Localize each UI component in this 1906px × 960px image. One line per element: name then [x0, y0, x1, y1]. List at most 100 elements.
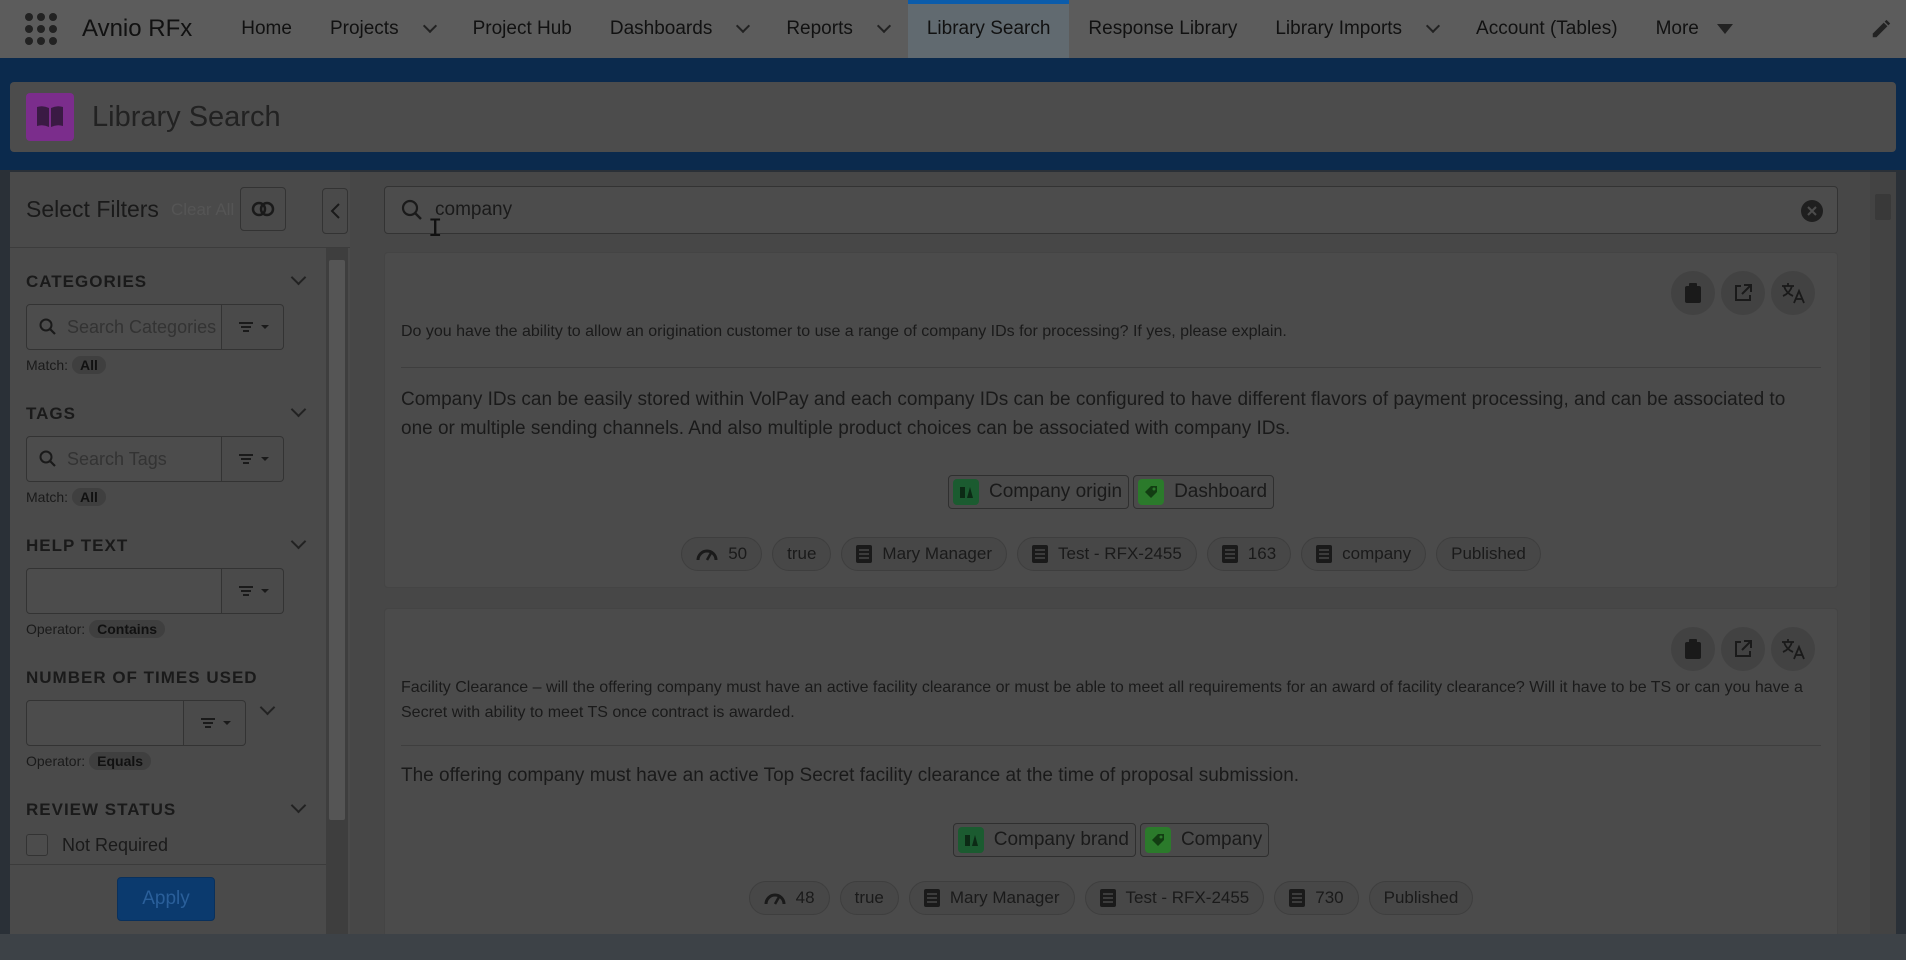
filter-lines-icon: [238, 586, 269, 596]
checkbox[interactable]: [26, 834, 48, 856]
external-link-icon: [1735, 284, 1752, 301]
nav-item-label: Project Hub: [472, 18, 572, 39]
filter-title: Select Filters: [26, 196, 159, 222]
answer-text: Company IDs can be easily stored within …: [401, 389, 1786, 439]
nav-item-project-hub[interactable]: Project Hub: [454, 0, 591, 58]
link-rings-icon: [251, 201, 275, 217]
filter-label: NUMBER OF TIMES USED: [26, 668, 258, 687]
categories-search-input[interactable]: Search Categories: [26, 304, 222, 350]
copy-clipboard-button[interactable]: [1671, 271, 1715, 315]
chevron-down-icon[interactable]: [736, 18, 751, 34]
clear-all-link[interactable]: Clear All: [171, 200, 234, 220]
tag-icon: [1144, 827, 1171, 853]
times-used-input[interactable]: [26, 700, 184, 746]
nav-item-label: More: [1655, 18, 1699, 39]
nav-item-reports[interactable]: Reports: [767, 0, 908, 58]
apply-bar: Apply: [10, 864, 326, 934]
record-icon: [1099, 889, 1116, 907]
translate-button[interactable]: [1771, 271, 1815, 315]
chevron-left-icon: [330, 203, 340, 219]
chevron-down-icon[interactable]: [422, 18, 437, 34]
filter-scrollbar[interactable]: [326, 248, 348, 934]
help-text-input[interactable]: [26, 568, 222, 614]
answer-text: The offering company must have an active…: [401, 765, 1300, 786]
card-actions: [1671, 271, 1815, 315]
input-placeholder: Search Tags: [67, 448, 167, 469]
chip-label: Company origin: [988, 481, 1123, 502]
category-chip[interactable]: Company brand: [952, 823, 1136, 857]
caret-down-icon: [1716, 24, 1733, 34]
nav-item-label: Projects: [329, 18, 399, 39]
chip-label: Dashboard: [1174, 481, 1268, 502]
results-area: company I Do you have the ability to all…: [350, 172, 1896, 934]
record-icon: [1032, 545, 1049, 563]
tag-chip[interactable]: Company: [1139, 823, 1270, 857]
project-badge: Test - RFX-2455: [1084, 881, 1265, 915]
library-search-input[interactable]: company: [384, 186, 1838, 234]
clear-search-icon[interactable]: [1801, 200, 1823, 222]
copy-clipboard-button[interactable]: [1671, 627, 1715, 671]
chip-label: Company: [1180, 829, 1263, 850]
operator-label: Operator:: [26, 753, 86, 769]
app-launcher-icon[interactable]: [24, 12, 58, 46]
collapse-panel-button[interactable]: [322, 188, 348, 234]
operator-label: Operator:: [26, 621, 86, 637]
owner-badge: Mary Manager: [841, 537, 1008, 571]
record-icon: [1316, 545, 1333, 563]
review-status-option[interactable]: Not Required: [26, 834, 316, 856]
pencil-icon[interactable]: [1870, 18, 1892, 40]
nav-item-home[interactable]: Home: [222, 0, 311, 58]
chevron-down-icon[interactable]: [876, 18, 891, 34]
apply-button[interactable]: Apply: [117, 877, 215, 921]
question-text: Facility Clearance – will the offering c…: [401, 679, 1803, 721]
categories-operator-dropdown[interactable]: [222, 304, 284, 350]
nav-item-library-imports[interactable]: Library Imports: [1256, 0, 1457, 58]
chevron-down-icon[interactable]: [1425, 18, 1441, 34]
owner-badge: Mary Manager: [908, 881, 1075, 915]
operator-value-pill: Contains: [89, 620, 166, 638]
filter-logic-toggle-button[interactable]: [240, 187, 286, 231]
nav-item-label: Library Search: [926, 18, 1051, 39]
nav-item-library-search[interactable]: Library Search: [907, 0, 1070, 58]
nav-items: Home Projects Project Hub Dashboards Rep…: [222, 0, 1752, 58]
times-used-operator-dropdown[interactable]: [184, 700, 246, 746]
nav-item-account-tables[interactable]: Account (Tables): [1457, 0, 1637, 58]
divider: [401, 745, 1821, 746]
status-badge: Published: [1436, 537, 1541, 571]
results-scrollbar[interactable]: [1870, 172, 1896, 934]
number-badge: 730: [1274, 881, 1359, 915]
bottom-strip: [0, 934, 1906, 960]
result-card: Do you have the ability to allow an orig…: [384, 252, 1838, 588]
nav-item-projects[interactable]: Projects: [311, 0, 454, 58]
search-icon: [39, 450, 56, 467]
meta-row: 48 true Mary Manager Test - RFX-2455 730…: [385, 881, 1837, 915]
open-external-button[interactable]: [1721, 627, 1765, 671]
filter-lines-icon: [238, 454, 269, 464]
tag-chip[interactable]: Dashboard: [1133, 475, 1275, 509]
nav-item-response-library[interactable]: Response Library: [1069, 0, 1256, 58]
keyword-badge: company: [1301, 537, 1427, 571]
translate-icon: [1782, 639, 1805, 660]
tags-operator-dropdown[interactable]: [222, 436, 284, 482]
translate-button[interactable]: [1771, 627, 1815, 671]
flag-badge: true: [839, 881, 899, 915]
nav-item-label: Home: [241, 18, 292, 39]
translate-icon: [1782, 283, 1805, 304]
meta-value: 50: [728, 544, 748, 563]
chevron-down-icon[interactable]: [259, 699, 276, 716]
match-label: Match:: [26, 489, 69, 505]
project-badge: Test - RFX-2455: [1017, 537, 1197, 571]
gauge-icon: [696, 547, 718, 561]
nav-item-label: Dashboards: [609, 18, 713, 39]
nav-item-dashboards[interactable]: Dashboards: [591, 0, 767, 58]
category-chip[interactable]: Company origin: [947, 475, 1130, 509]
category-icon: [957, 827, 984, 853]
tags-search-input[interactable]: Search Tags: [26, 436, 222, 482]
help-text-operator-dropdown[interactable]: [222, 568, 284, 614]
page-title: Library Search: [92, 100, 281, 133]
match-value-pill: All: [72, 488, 106, 506]
filter-label: HELP TEXT: [26, 536, 129, 555]
number-badge: 163: [1206, 537, 1292, 571]
open-external-button[interactable]: [1721, 271, 1765, 315]
nav-item-more[interactable]: More: [1637, 0, 1752, 58]
